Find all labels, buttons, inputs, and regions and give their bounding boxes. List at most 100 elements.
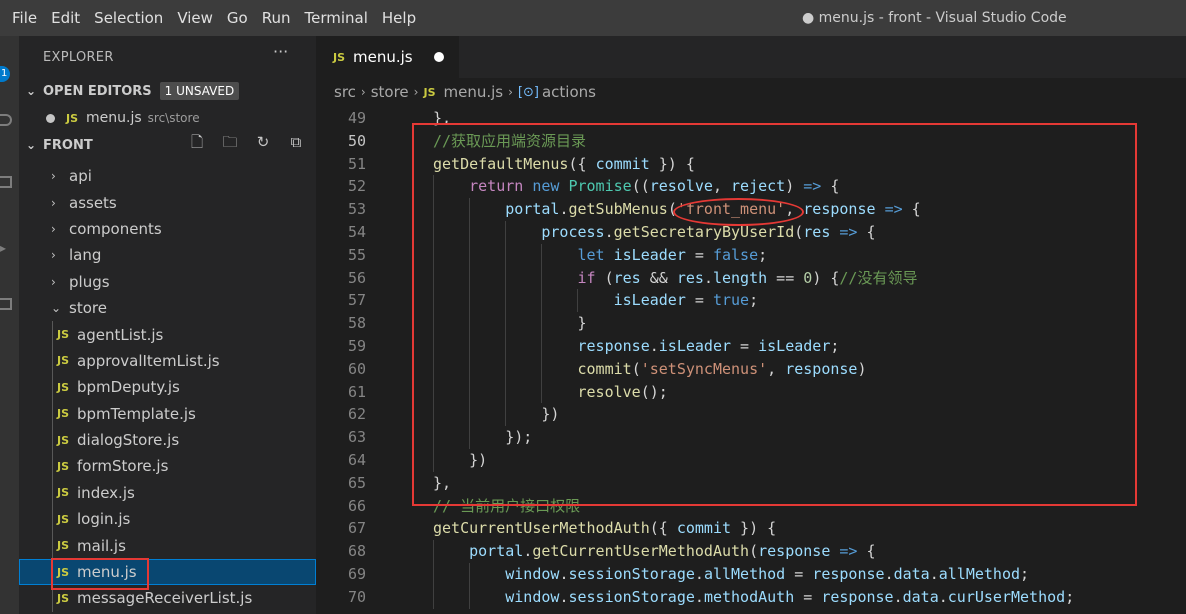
breadcrumb-file[interactable]: menu.js xyxy=(444,83,504,101)
more-actions-icon[interactable]: ··· xyxy=(273,42,288,61)
indent-guide xyxy=(433,540,434,563)
breadcrumb: src › store › JS menu.js › [⊙] actions xyxy=(334,82,596,102)
source-control-icon[interactable] xyxy=(0,176,12,188)
folder-plugs[interactable]: › plugs xyxy=(19,269,316,295)
folder-assets[interactable]: › assets xyxy=(19,189,316,215)
code-line: 68 portal.getCurrentUserMethodAuth(respo… xyxy=(316,540,1186,563)
indent-guide xyxy=(505,266,507,290)
open-editors-header[interactable]: ⌄ OPEN EDITORS 1 UNSAVED xyxy=(19,78,316,104)
extensions-icon[interactable] xyxy=(0,298,12,310)
file-login[interactable]: JS login.js xyxy=(19,506,316,533)
folder-lang[interactable]: › lang xyxy=(19,242,316,268)
tab-menu-js[interactable]: JS menu.js xyxy=(316,36,459,78)
js-file-icon: JS xyxy=(57,380,70,394)
indent-guide xyxy=(469,585,471,609)
code-line: 49}, xyxy=(316,107,1186,130)
menu-file[interactable]: File xyxy=(0,0,44,36)
indent-guide xyxy=(541,243,543,267)
line-number: 57 xyxy=(347,291,366,310)
indent-guide xyxy=(469,289,471,313)
line-number: 70 xyxy=(347,587,366,606)
file-messagereceiverlist[interactable]: JS messageReceiverList.js xyxy=(19,585,316,612)
unsaved-badge: 1 UNSAVED xyxy=(159,82,240,100)
indent-guide xyxy=(469,403,471,427)
line-number: 59 xyxy=(347,336,366,355)
folder-store[interactable]: ⌄ store xyxy=(19,295,316,321)
file-label: menu.js xyxy=(77,563,137,582)
folder-label: plugs xyxy=(69,272,110,291)
code-text: process.getSecretaryByUserId(res => { xyxy=(541,222,876,241)
js-file-icon: JS xyxy=(423,85,436,99)
line-number: 68 xyxy=(347,542,366,561)
file-approvalitemlist[interactable]: JS approvalItemList.js xyxy=(19,347,316,375)
code-text: // 当前用户接口权限 xyxy=(433,496,581,515)
chevron-right-icon: › xyxy=(51,274,56,289)
menu-go[interactable]: Go xyxy=(220,0,255,36)
breadcrumb-store[interactable]: store xyxy=(371,83,409,101)
indent-guide xyxy=(433,243,434,267)
unsaved-dot-icon[interactable] xyxy=(46,113,55,123)
chevron-right-icon: › xyxy=(51,248,56,263)
breadcrumb-symbol[interactable]: actions xyxy=(542,83,596,101)
menu-edit[interactable]: Edit xyxy=(44,0,87,36)
file-index[interactable]: JS index.js xyxy=(19,479,316,507)
chevron-down-icon: ⌄ xyxy=(25,84,37,98)
explorer-title: EXPLORER xyxy=(43,50,114,65)
new-folder-icon[interactable]: 🗀 xyxy=(220,132,240,152)
indent-guide xyxy=(577,289,579,313)
search-icon[interactable] xyxy=(0,114,12,126)
menu-view[interactable]: View xyxy=(170,0,220,36)
front-folder-header[interactable]: ⌄ FRONT 🗋 🗀 ↻ ⧉ xyxy=(19,132,316,158)
file-bpmdeputy[interactable]: JS bpmDeputy.js xyxy=(19,374,316,401)
menu-help[interactable]: Help xyxy=(375,0,423,36)
chevron-right-icon: › xyxy=(51,195,56,210)
file-dialogstore[interactable]: JS dialogStore.js xyxy=(19,426,316,454)
collapse-all-icon[interactable]: ⧉ xyxy=(286,132,306,152)
code-editor[interactable]: 49}, 50 //获取应用端资源目录 51 getDefaultMenus({ c… xyxy=(316,107,1186,609)
code-line: 65}, xyxy=(316,472,1186,495)
file-bpmtemplate[interactable]: JS bpmTemplate.js xyxy=(19,400,316,427)
explorer-sidebar: EXPLORER ··· ⌄ OPEN EDITORS 1 UNSAVED JS… xyxy=(19,36,316,614)
file-menu[interactable]: JS menu.js xyxy=(19,558,316,586)
menu-selection[interactable]: Selection xyxy=(87,0,170,36)
line-number: 58 xyxy=(347,314,366,333)
code-line: 64 }) xyxy=(316,448,1186,472)
code-text: }); xyxy=(433,428,533,447)
tab-bar: JS menu.js xyxy=(316,36,1186,78)
window-title: ● menu.js - front - Visual Studio Code xyxy=(802,10,1067,26)
folder-label: api xyxy=(69,167,92,186)
menu-terminal[interactable]: Terminal xyxy=(298,0,375,36)
indent-guide xyxy=(469,243,471,267)
folder-components[interactable]: › components xyxy=(19,216,316,242)
indent-guide xyxy=(433,220,434,244)
indent-guide xyxy=(541,380,543,404)
line-number: 50 xyxy=(347,131,366,150)
file-label: messageReceiverList.js xyxy=(77,589,253,608)
breadcrumb-src[interactable]: src xyxy=(334,83,356,101)
code-line: 52 return new Promise((resolve, reject) … xyxy=(316,175,1186,199)
chevron-right-icon: › xyxy=(508,85,513,99)
folder-api[interactable]: › api xyxy=(19,163,316,189)
indent-guide xyxy=(469,380,471,404)
open-editors-label: OPEN EDITORS xyxy=(43,83,152,99)
refresh-icon[interactable]: ↻ xyxy=(253,132,273,152)
indent-guide xyxy=(433,175,434,199)
line-number: 65 xyxy=(347,473,366,492)
js-file-icon: JS xyxy=(57,459,70,473)
indent-guide xyxy=(541,266,543,290)
chevron-right-icon: › xyxy=(51,169,56,184)
new-file-icon[interactable]: 🗋 xyxy=(187,132,207,152)
file-mail[interactable]: JS mail.js xyxy=(19,532,316,559)
open-editor-item[interactable]: JS menu.js src\store xyxy=(19,106,316,130)
file-formstore[interactable]: JS formStore.js xyxy=(19,453,316,480)
line-number: 56 xyxy=(347,268,366,287)
indent-guide xyxy=(469,266,471,290)
indent-guide xyxy=(541,357,543,381)
code-text: }) xyxy=(433,405,560,424)
unsaved-dot-icon[interactable] xyxy=(434,52,444,62)
file-label: agentList.js xyxy=(77,325,164,344)
menu-run[interactable]: Run xyxy=(255,0,298,36)
run-debug-icon[interactable]: ▸ xyxy=(0,241,12,255)
code-text: //获取应用端资源目录 xyxy=(433,131,587,150)
file-agentlist[interactable]: JS agentList.js xyxy=(19,321,316,348)
